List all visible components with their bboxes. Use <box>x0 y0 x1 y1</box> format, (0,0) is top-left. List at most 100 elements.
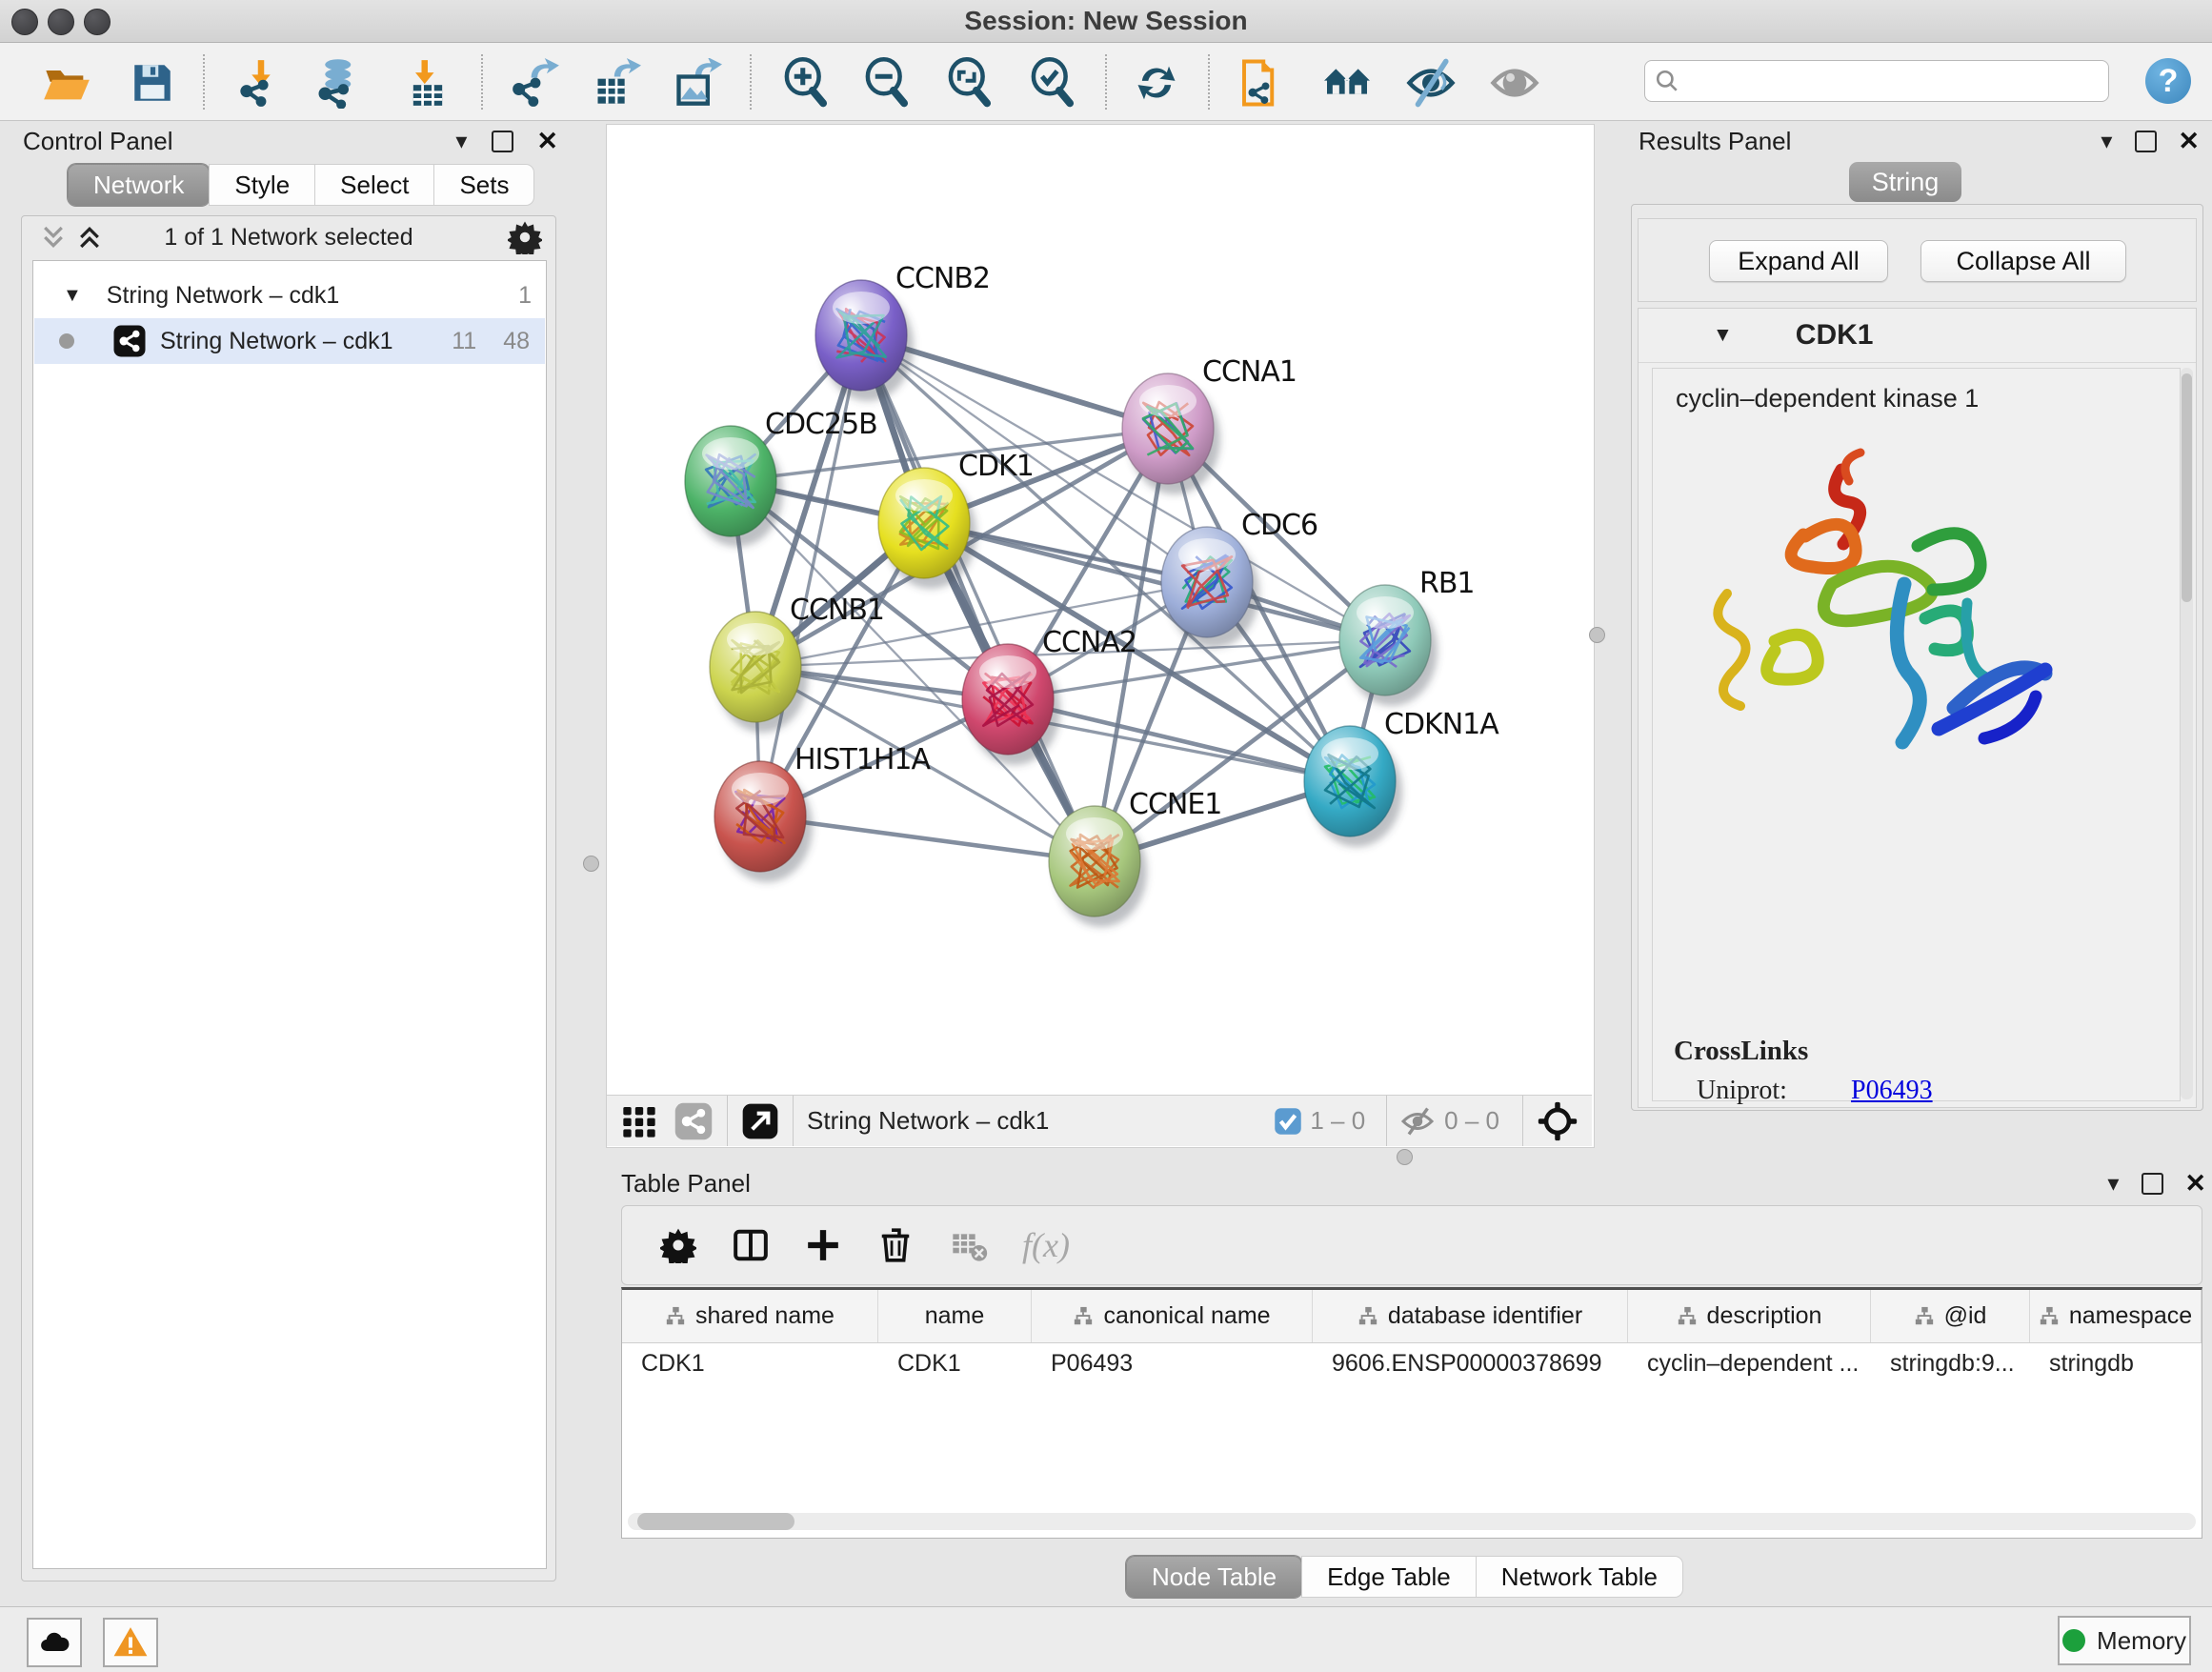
show-columns-icon[interactable] <box>733 1227 769 1263</box>
zoom-selected-button[interactable] <box>1025 56 1078 110</box>
node-CCNB2[interactable] <box>815 280 914 401</box>
results-panel-float-icon[interactable] <box>2135 131 2157 152</box>
control-panel-collapse-icon[interactable]: ▾ <box>455 128 467 155</box>
save-session-button[interactable] <box>126 56 179 110</box>
results-panel-collapse-icon[interactable]: ▾ <box>2101 128 2112 155</box>
column-header-database-identifier[interactable]: database identifier <box>1313 1290 1628 1342</box>
cell--id[interactable]: stringdb:9... <box>1871 1343 2030 1383</box>
selected-checkbox-icon[interactable] <box>1274 1107 1302 1136</box>
add-column-icon[interactable] <box>805 1227 841 1263</box>
node-count: 11 <box>452 328 476 355</box>
collapse-all-button[interactable]: Collapse All <box>1920 240 2126 282</box>
collection-expand-icon[interactable]: ▼ <box>63 285 82 307</box>
table-options-gear-icon[interactable] <box>660 1227 696 1263</box>
column-header-name[interactable]: name <box>878 1290 1032 1342</box>
column-header-description[interactable]: description <box>1628 1290 1871 1342</box>
delete-table-icon[interactable] <box>950 1226 988 1264</box>
search-input[interactable] <box>1679 67 2083 95</box>
zoom-out-button[interactable] <box>859 56 913 110</box>
network-list: ▼ String Network – cdk1 1 String Network… <box>32 260 547 1569</box>
hide-selected-button[interactable] <box>1404 56 1458 110</box>
grid-view-icon[interactable] <box>620 1102 658 1140</box>
left-splitter-handle[interactable] <box>583 856 599 872</box>
string-view-icon[interactable] <box>674 1101 714 1141</box>
results-tab-string[interactable]: String <box>1849 162 1961 202</box>
collection-count: 1 <box>518 282 532 310</box>
node-CCNA2[interactable] <box>962 644 1060 765</box>
cloud-button[interactable] <box>27 1618 82 1667</box>
import-network-file-button[interactable] <box>234 56 288 110</box>
tab-select[interactable]: Select <box>314 164 434 206</box>
network-canvas[interactable]: CCNB2CCNA1CDC25BCDK1CDC6RB1CCNB1CCNA2CDK… <box>607 125 1592 1095</box>
zoom-fit-button[interactable] <box>942 56 995 110</box>
tab-network-table[interactable]: Network Table <box>1476 1556 1683 1598</box>
import-table-file-button[interactable] <box>401 56 454 110</box>
cell-canonical-name[interactable]: P06493 <box>1032 1343 1313 1383</box>
import-database-icon <box>314 57 366 109</box>
window-close-icon[interactable] <box>11 9 38 35</box>
tab-style[interactable]: Style <box>209 164 315 206</box>
results-panel-close-icon[interactable]: ✕ <box>2178 127 2200 156</box>
cell-name[interactable]: CDK1 <box>878 1343 1032 1383</box>
node-CDC25B[interactable] <box>685 426 783 547</box>
warning-button[interactable] <box>103 1618 158 1667</box>
show-all-button[interactable] <box>1488 56 1541 110</box>
tab-node-table[interactable]: Node Table <box>1126 1556 1302 1598</box>
cell-description[interactable]: cyclin–dependent ... <box>1628 1343 1871 1383</box>
column-header-canonical-name[interactable]: canonical name <box>1032 1290 1313 1342</box>
control-panel-close-icon[interactable]: ✕ <box>536 127 558 156</box>
network-row-selected[interactable]: String Network – cdk1 11 48 <box>34 318 545 364</box>
table-panel-close-icon[interactable]: ✕ <box>2184 1169 2206 1199</box>
window-zoom-icon[interactable] <box>84 9 111 35</box>
node-CDKN1A[interactable] <box>1304 726 1402 847</box>
function-builder-icon[interactable]: f(x) <box>1022 1225 1070 1265</box>
column-header-shared-name[interactable]: shared name <box>622 1290 878 1342</box>
table-hscrollbar-thumb[interactable] <box>637 1513 794 1530</box>
birdseye-crosshair-icon[interactable] <box>1537 1100 1579 1142</box>
table-hscrollbar[interactable] <box>628 1513 2196 1530</box>
export-network-button[interactable] <box>509 56 562 110</box>
expand-all-button[interactable]: Expand All <box>1709 240 1888 282</box>
node-CCNB1[interactable] <box>710 612 808 733</box>
node-CDC6[interactable] <box>1161 527 1259 648</box>
results-scrollbar-thumb[interactable] <box>2182 373 2192 602</box>
node-CCNA1[interactable] <box>1122 373 1220 494</box>
cell-namespace[interactable]: stringdb <box>2030 1343 2202 1383</box>
protein-collapse-icon[interactable]: ▼ <box>1713 324 1733 347</box>
network-collection-row[interactable]: ▼ String Network – cdk1 1 <box>34 272 545 318</box>
help-button[interactable]: ? <box>2145 58 2191 104</box>
column-header-namespace[interactable]: namespace <box>2030 1290 2202 1342</box>
window-minimize-icon[interactable] <box>48 9 74 35</box>
right-splitter-handle[interactable] <box>1589 627 1605 643</box>
table-panel-float-icon[interactable] <box>2142 1173 2163 1195</box>
tab-network[interactable]: Network <box>68 164 210 206</box>
zoom-in-button[interactable] <box>778 56 832 110</box>
export-table-button[interactable] <box>590 56 643 110</box>
cell-shared-name[interactable]: CDK1 <box>622 1343 878 1383</box>
import-network-database-button[interactable] <box>313 56 367 110</box>
open-session-button[interactable] <box>40 56 93 110</box>
netbar-separator <box>727 1096 728 1146</box>
export-image-button[interactable] <box>671 56 724 110</box>
tab-edge-table[interactable]: Edge Table <box>1301 1556 1477 1598</box>
node-CCNE1[interactable] <box>1049 806 1147 927</box>
horizontal-splitter-handle[interactable] <box>1397 1149 1413 1165</box>
memory-button[interactable]: Memory <box>2058 1616 2191 1665</box>
share-document-button[interactable] <box>1235 56 1288 110</box>
search-field[interactable] <box>1644 60 2109 102</box>
control-panel-float-icon[interactable] <box>492 131 513 152</box>
detach-view-icon[interactable] <box>741 1102 779 1140</box>
column-header--id[interactable]: @id <box>1871 1290 2030 1342</box>
crosslink-uniprot[interactable]: P06493 <box>1851 1076 1933 1106</box>
node-HIST1H1A[interactable] <box>714 761 813 882</box>
node-CDK1[interactable] <box>878 468 976 589</box>
table-panel-collapse-icon[interactable]: ▾ <box>2107 1170 2119 1198</box>
cell-database-identifier[interactable]: 9606.ENSP00000378699 <box>1313 1343 1628 1383</box>
open-app-store-button[interactable] <box>1320 56 1374 110</box>
delete-column-icon[interactable] <box>877 1227 914 1263</box>
apply-layout-button[interactable] <box>1130 56 1183 110</box>
network-options-gear-icon[interactable] <box>508 220 542 254</box>
node-RB1[interactable] <box>1339 585 1438 706</box>
results-scrollbar[interactable] <box>2181 368 2193 1099</box>
tab-sets[interactable]: Sets <box>433 164 534 206</box>
